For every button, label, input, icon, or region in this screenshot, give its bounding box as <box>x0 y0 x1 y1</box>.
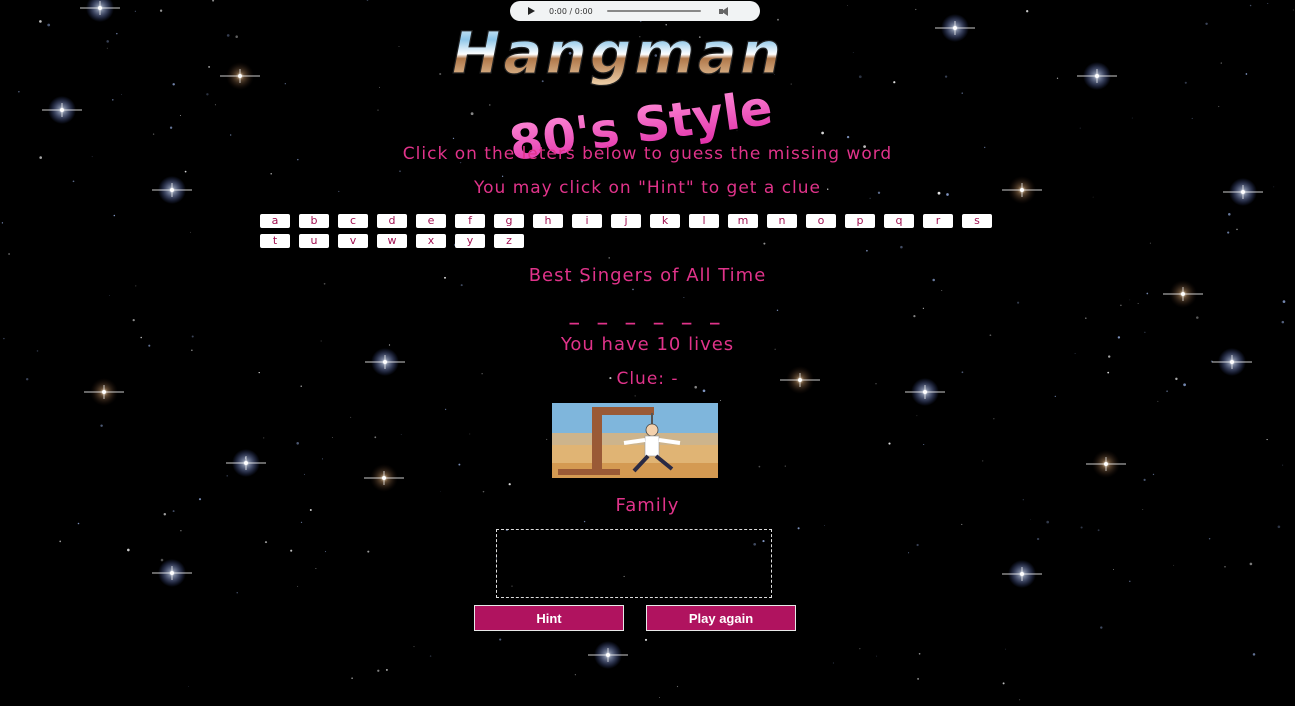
letter-button-d[interactable]: d <box>377 214 407 228</box>
instructions-line-1: Click on the leters below to guess the m… <box>402 144 893 164</box>
letter-button-e[interactable]: e <box>416 214 446 228</box>
letter-button-u[interactable]: u <box>299 234 329 248</box>
letter-button-a[interactable]: a <box>260 214 290 228</box>
letter-button-p[interactable]: p <box>845 214 875 228</box>
letter-button-w[interactable]: w <box>377 234 407 248</box>
letter-button-i[interactable]: i <box>572 214 602 228</box>
category-label: Best Singers of All Time <box>528 265 767 286</box>
play-again-button[interactable]: Play again <box>646 605 796 631</box>
letter-button-m[interactable]: m <box>728 214 758 228</box>
logo-title: Hangman <box>452 20 784 87</box>
letter-button-f[interactable]: f <box>455 214 485 228</box>
letter-button-n[interactable]: n <box>767 214 797 228</box>
lives-counter: You have 10 lives <box>560 334 735 355</box>
audio-time: 0:00 / 0:00 <box>549 6 593 16</box>
letter-button-c[interactable]: c <box>338 214 368 228</box>
answer-box <box>496 529 772 598</box>
instructions-line-2: You may click on "Hint" to get a clue <box>473 178 822 198</box>
game-logo: Hangman 80's Style <box>451 20 784 160</box>
letter-button-k[interactable]: k <box>650 214 680 228</box>
letter-button-h[interactable]: h <box>533 214 563 228</box>
play-icon[interactable] <box>528 7 535 15</box>
letter-button-y[interactable]: y <box>455 234 485 248</box>
audio-player[interactable]: 0:00 / 0:00 <box>510 1 760 21</box>
hint-button[interactable]: Hint <box>474 605 624 631</box>
audio-progress-bar[interactable] <box>606 10 701 12</box>
letter-button-r[interactable]: r <box>923 214 953 228</box>
letter-button-t[interactable]: t <box>260 234 290 248</box>
letter-button-o[interactable]: o <box>806 214 836 228</box>
hangman-image <box>552 403 718 478</box>
letter-button-l[interactable]: l <box>689 214 719 228</box>
hidden-word: _ _ _ _ _ _ <box>569 303 726 325</box>
letter-button-j[interactable]: j <box>611 214 641 228</box>
letter-button-b[interactable]: b <box>299 214 329 228</box>
letter-button-g[interactable]: g <box>494 214 524 228</box>
letter-button-v[interactable]: v <box>338 234 368 248</box>
clue-label: Clue: - <box>616 369 679 389</box>
letter-button-z[interactable]: z <box>494 234 524 248</box>
clue-text: Family <box>615 495 680 516</box>
letter-button-s[interactable]: s <box>962 214 992 228</box>
letter-button-x[interactable]: x <box>416 234 446 248</box>
volume-icon[interactable] <box>718 6 731 16</box>
letter-button-q[interactable]: q <box>884 214 914 228</box>
